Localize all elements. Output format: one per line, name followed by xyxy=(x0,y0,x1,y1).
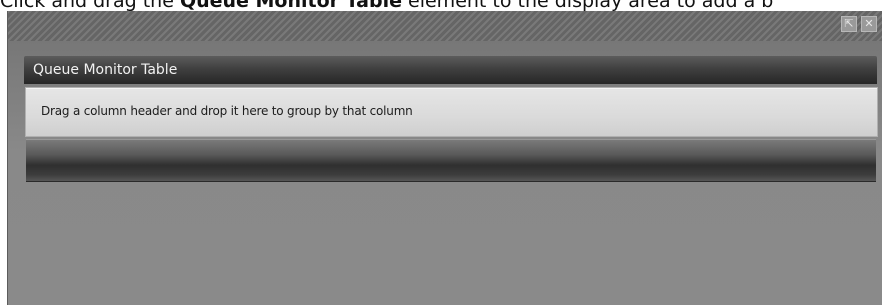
group-by-prompt: Drag a column header and drop it here to… xyxy=(41,104,413,118)
instruction-suffix: element to the display area to add a b xyxy=(401,0,774,11)
panel-titlebar: ⇱ ✕ xyxy=(8,11,882,41)
instruction-emphasis: Queue Monitor Table xyxy=(179,0,402,11)
grid-body xyxy=(24,181,877,305)
grid-column-header-row[interactable] xyxy=(26,139,876,182)
close-icon[interactable]: ✕ xyxy=(861,16,877,32)
instruction-prefix: Click and drag the xyxy=(0,0,180,11)
screen: Click and drag the Queue Monitor Table e… xyxy=(0,0,882,305)
popout-icon[interactable]: ⇱ xyxy=(841,16,857,32)
widget-title: Queue Monitor Table xyxy=(33,62,178,78)
widget-header[interactable]: Queue Monitor Table xyxy=(24,56,877,84)
instruction-text: Click and drag the Queue Monitor Table e… xyxy=(0,0,882,11)
display-panel: ⇱ ✕ Queue Monitor Table Drag a column he… xyxy=(7,11,882,305)
group-by-drop-area[interactable]: Drag a column header and drop it here to… xyxy=(25,87,878,137)
